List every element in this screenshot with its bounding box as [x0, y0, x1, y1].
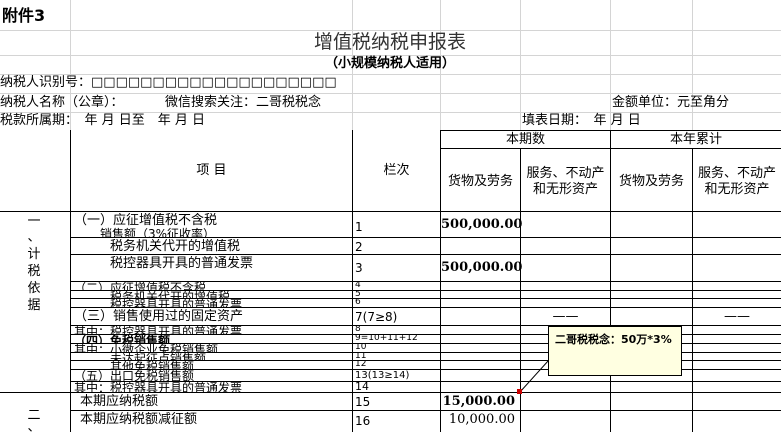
row-4-no: 4	[355, 281, 361, 290]
row-14-item: 其中：税控器具开具的普通发票	[74, 381, 243, 392]
row-1-no: 1	[355, 220, 363, 234]
row-7-no: 7(7≥8)	[355, 310, 398, 324]
page-subtitle: （小规模纳税人适用）	[324, 56, 455, 71]
row-9-no: 9=10+11+12	[355, 334, 418, 343]
fill-date-label: 填表日期： 年 月 日	[522, 113, 641, 128]
row-8-no: 8	[355, 325, 361, 334]
comment-callout[interactable]: 二哥税税念：50万*3%	[548, 326, 682, 376]
tax-period-label: 税款所属期： 年 月 日至 年 月 日	[0, 113, 206, 128]
header-ytd: 本年累计	[669, 132, 722, 147]
row-12-no: 12	[355, 360, 367, 369]
row-7-service-dash: ——	[552, 309, 579, 324]
row-3-goods[interactable]: 500,000.00	[441, 260, 522, 276]
row-9-item: （四）免税销售额	[74, 334, 171, 343]
header-goods-labor-ytd: 货物及劳务	[618, 174, 684, 189]
row-13-no: 13(13≥14)	[355, 370, 410, 381]
row-15-goods[interactable]: 15,000.00	[441, 394, 515, 410]
row-12-item: 其他免税销售额	[110, 360, 195, 369]
section2-char: 、	[27, 420, 41, 435]
row-4-item: （二）应征增值税不含税	[74, 281, 207, 290]
row-3-item: 税控器具开具的普通发票	[110, 256, 254, 271]
row-5-no: 5	[355, 290, 361, 298]
header-item: 项 目	[196, 163, 227, 178]
taxpayer-id-label: 纳税人识别号：□□□□□□□□□□□□□□□□□□□□	[0, 75, 337, 90]
row-5-item: 税务机关代开的增值税	[110, 290, 231, 298]
section1-char: 计	[27, 247, 41, 262]
wechat-note: 微信搜索关注：二哥税税念	[165, 95, 322, 110]
row-15-item: 本期应纳税额	[80, 394, 159, 409]
page-title: 增值税纳税申报表	[313, 31, 466, 53]
row-1-goods[interactable]: 500,000.00	[441, 217, 522, 233]
section1-char: 一	[27, 214, 41, 229]
row-11-no: 11	[355, 352, 367, 360]
header-goods-labor: 货物及劳务	[447, 174, 513, 189]
section1-char: 据	[27, 298, 41, 313]
row-10-item: 其中：小微企业免税销售额	[74, 343, 219, 352]
header-service-ytd-l1: 服务、不动产	[697, 166, 776, 181]
row-6-no: 6	[355, 298, 361, 307]
attachment-label: 附件3	[2, 6, 46, 25]
row-2-no: 2	[355, 240, 363, 254]
row-15-no: 15	[355, 395, 371, 409]
row-8-item: 其中：税控器具开具的普通发票	[74, 325, 243, 334]
row-16-item: 本期应纳税额减征额	[80, 412, 198, 427]
row-10-no: 10	[355, 343, 367, 352]
row-7-item: （三）销售使用过的固定资产	[74, 309, 244, 324]
header-service-l2: 和无形资产	[532, 182, 598, 197]
row-7-ytd-dash: ——	[724, 309, 750, 324]
comment-text: 二哥税税念：50万*3%	[555, 333, 672, 346]
row-1-item-cont: 销售额（3%征收率）	[100, 227, 216, 237]
header-service-ytd-l2: 和无形资产	[704, 182, 770, 197]
row-3-no: 3	[355, 261, 363, 275]
row-6-item: 税控器具开具的普通发票	[110, 298, 243, 307]
row-14-no: 14	[355, 381, 369, 392]
header-service-l1: 服务、不动产	[526, 166, 605, 181]
row-11-item: 未达起征点销售额	[110, 352, 207, 360]
header-current-period: 本期数	[505, 132, 545, 147]
section1-char: 依	[27, 281, 41, 296]
row-16-goods[interactable]: 10,000.00	[441, 412, 515, 428]
row-16-no: 16	[355, 414, 371, 428]
row-2-item: 税务机关代开的增值税	[110, 239, 241, 254]
row-13-item: （五）出口免税销售额	[74, 369, 195, 381]
section1-char: 、	[27, 230, 41, 245]
taxpayer-name-label: 纳税人名称（公章）：	[0, 95, 124, 110]
section1-char: 税	[27, 264, 41, 279]
header-column-no: 栏次	[383, 163, 410, 178]
amount-unit-label: 金额单位：元至角分	[612, 95, 730, 110]
